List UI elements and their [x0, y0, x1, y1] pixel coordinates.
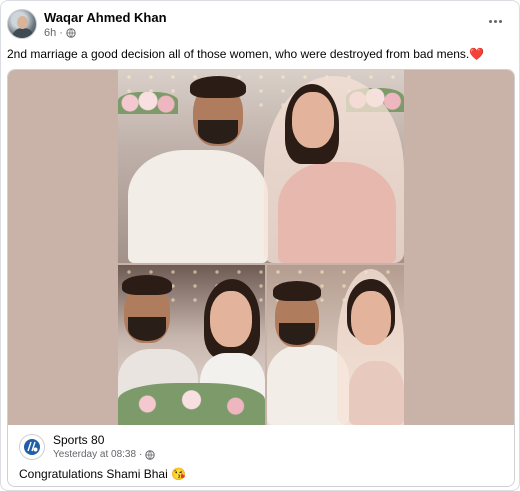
globe-icon: [145, 449, 156, 460]
post-time[interactable]: 6h: [44, 27, 56, 39]
sports80-logo-mark: [24, 439, 40, 455]
groom-hair: [273, 281, 321, 301]
bride-figure: [349, 361, 404, 425]
avatar-body-shape: [12, 28, 34, 38]
bride-face: [351, 291, 391, 345]
sports80-logo[interactable]: [19, 434, 45, 460]
post-caption: 2nd marriage a good decision all of thos…: [7, 46, 511, 62]
meta-dot: ·: [139, 449, 143, 460]
couple-photo-2[interactable]: [118, 265, 265, 425]
flower-bouquet: [118, 383, 265, 425]
feed-post: Waqar Ahmed Khan 6h · 2nd marriage a goo…: [0, 0, 520, 491]
author-name[interactable]: Waqar Ahmed Khan: [44, 10, 167, 25]
kiss-emoji: 😘: [171, 467, 187, 481]
more-dot: [488, 19, 492, 23]
more-options-icon[interactable]: [485, 13, 505, 29]
couple-photo-1[interactable]: [118, 70, 404, 263]
photo-collage[interactable]: [8, 70, 514, 425]
shared-post-meta: Yesterday at 08:38 ·: [53, 449, 156, 460]
shared-text: Congratulations Shami Bhai: [19, 467, 168, 481]
groom-hair: [190, 76, 246, 98]
bride-face: [292, 92, 334, 148]
groom-beard: [128, 317, 166, 341]
avatar-face-shape: [17, 16, 28, 29]
groom-beard: [279, 323, 315, 345]
globe-icon: [66, 28, 76, 38]
bride-figure: [278, 162, 396, 263]
author-avatar[interactable]: [7, 9, 37, 39]
flower-decoration: [118, 92, 178, 114]
shared-post-text: Congratulations Shami Bhai 😘: [19, 467, 186, 481]
couple-photo-3[interactable]: [267, 265, 404, 425]
post-meta: 6h ·: [44, 27, 76, 39]
shared-post-time[interactable]: Yesterday at 08:38: [53, 449, 136, 460]
meta-dot: ·: [59, 27, 63, 39]
more-dot: [498, 19, 502, 23]
post-header: Waqar Ahmed Khan 6h ·: [7, 9, 511, 41]
groom-beard: [198, 120, 238, 144]
shared-author-name[interactable]: Sports 80: [53, 433, 104, 447]
heart-emoji: ❤️: [469, 47, 485, 61]
caption-text: 2nd marriage a good decision all of thos…: [7, 47, 470, 61]
more-dot: [493, 19, 497, 23]
shared-post-footer: Sports 80 Yesterday at 08:38 · Congratul…: [8, 425, 514, 486]
groom-hair: [122, 275, 172, 295]
bride-face: [210, 291, 252, 347]
groom-figure: [128, 150, 268, 263]
shared-post-card[interactable]: Sports 80 Yesterday at 08:38 · Congratul…: [7, 69, 515, 487]
